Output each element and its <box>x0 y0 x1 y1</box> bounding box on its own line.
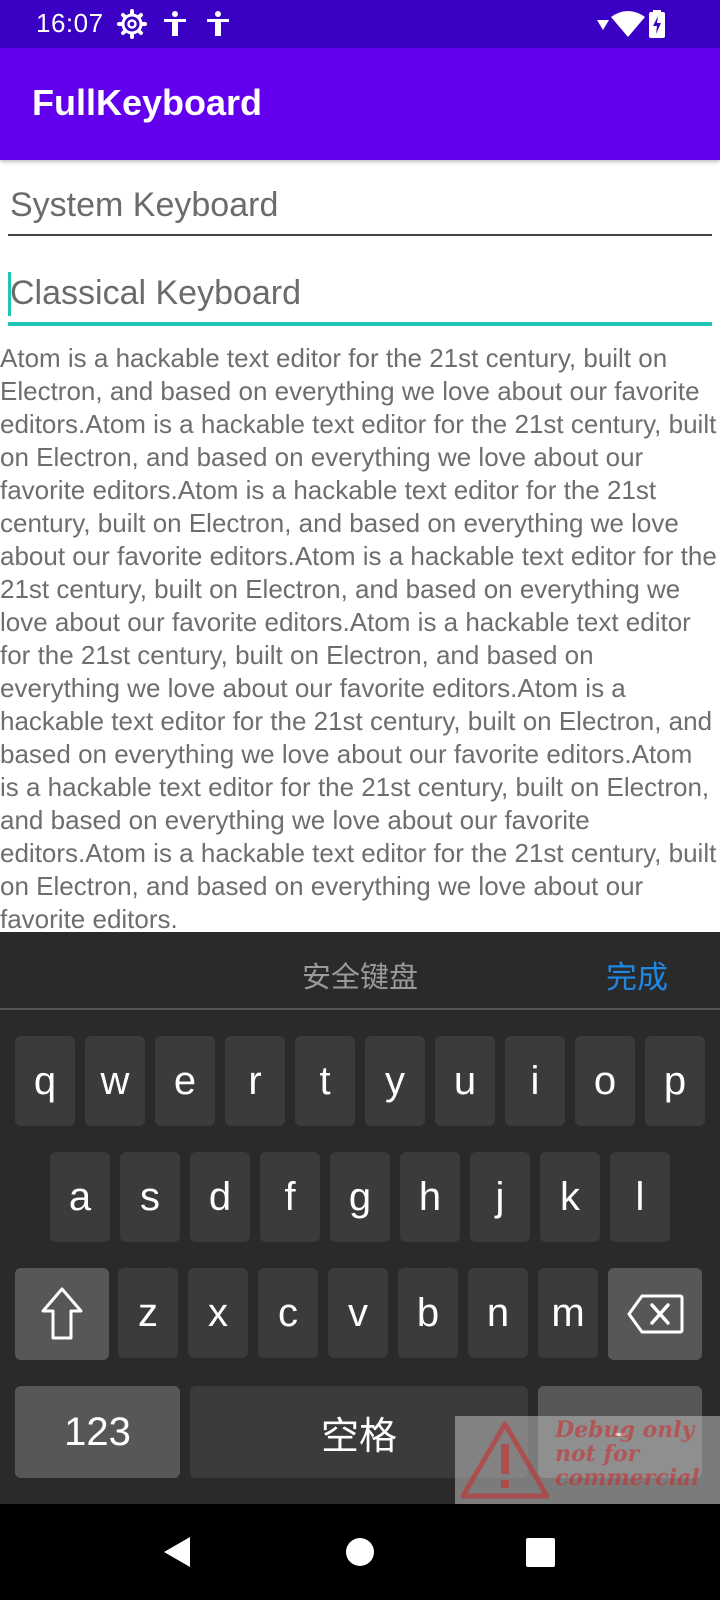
key-h[interactable]: h <box>400 1152 460 1242</box>
key-a[interactable]: a <box>50 1152 110 1242</box>
backspace-icon <box>627 1294 684 1334</box>
key-u[interactable]: u <box>435 1036 495 1126</box>
backspace-key[interactable] <box>608 1268 702 1360</box>
key-x[interactable]: x <box>188 1268 248 1358</box>
key-e[interactable]: e <box>155 1036 215 1126</box>
settings-gear-icon <box>117 9 147 39</box>
key-b[interactable]: b <box>398 1268 458 1358</box>
recents-square-icon[interactable] <box>520 1532 560 1572</box>
key-j[interactable]: j <box>470 1152 530 1242</box>
done-button[interactable]: 完成 <box>606 952 668 997</box>
key-g[interactable]: g <box>330 1152 390 1242</box>
key-c[interactable]: c <box>258 1268 318 1358</box>
system-keyboard-input[interactable]: System Keyboard <box>8 182 712 236</box>
key-q[interactable]: q <box>15 1036 75 1126</box>
app-title: FullKeyboard <box>32 82 263 123</box>
app-bar: FullKeyboard <box>0 48 720 160</box>
status-time: 16:07 <box>36 8 104 38</box>
key-p[interactable]: p <box>645 1036 705 1126</box>
key-i[interactable]: i <box>505 1036 565 1126</box>
classical-keyboard-hint: Classical Keyboard <box>10 274 302 312</box>
accessibility-icon <box>164 11 186 36</box>
key-w[interactable]: w <box>85 1036 145 1126</box>
key-f[interactable]: f <box>260 1152 320 1242</box>
back-triangle-icon[interactable] <box>158 1532 198 1572</box>
signal-icon <box>597 20 609 30</box>
key-r[interactable]: r <box>225 1036 285 1126</box>
battery-charging-icon <box>649 10 665 38</box>
key-s[interactable]: s <box>120 1152 180 1242</box>
key-o[interactable]: o <box>575 1036 635 1126</box>
shift-key[interactable] <box>15 1268 109 1360</box>
system-keyboard-hint: System Keyboard <box>10 186 279 224</box>
secure-keyboard: 安全键盘 完成 q w e r t y u i o p a s d f g h … <box>0 932 720 1504</box>
wifi-icon <box>611 11 645 37</box>
navigation-bar <box>0 1504 720 1600</box>
symbol-key[interactable]: - <box>538 1386 702 1478</box>
key-t[interactable]: t <box>295 1036 355 1126</box>
shift-arrow-icon <box>41 1287 83 1340</box>
key-z[interactable]: z <box>118 1268 178 1358</box>
key-m[interactable]: m <box>538 1268 598 1358</box>
classical-keyboard-input[interactable]: Classical Keyboard <box>8 270 712 326</box>
status-bar: 16:07 <box>0 0 720 48</box>
key-l[interactable]: l <box>610 1152 670 1242</box>
space-key[interactable]: 空格 <box>190 1386 528 1478</box>
key-n[interactable]: n <box>468 1268 528 1358</box>
key-k[interactable]: k <box>540 1152 600 1242</box>
home-circle-icon[interactable] <box>340 1532 380 1572</box>
key-y[interactable]: y <box>365 1036 425 1126</box>
body-text: Atom is a hackable text editor for the 2… <box>0 343 717 932</box>
keyboard-header: 安全键盘 完成 <box>0 932 720 1010</box>
key-v[interactable]: v <box>328 1268 388 1358</box>
key-d[interactable]: d <box>190 1152 250 1242</box>
numbers-key[interactable]: 123 <box>15 1386 180 1478</box>
accessibility-icon <box>207 11 229 36</box>
